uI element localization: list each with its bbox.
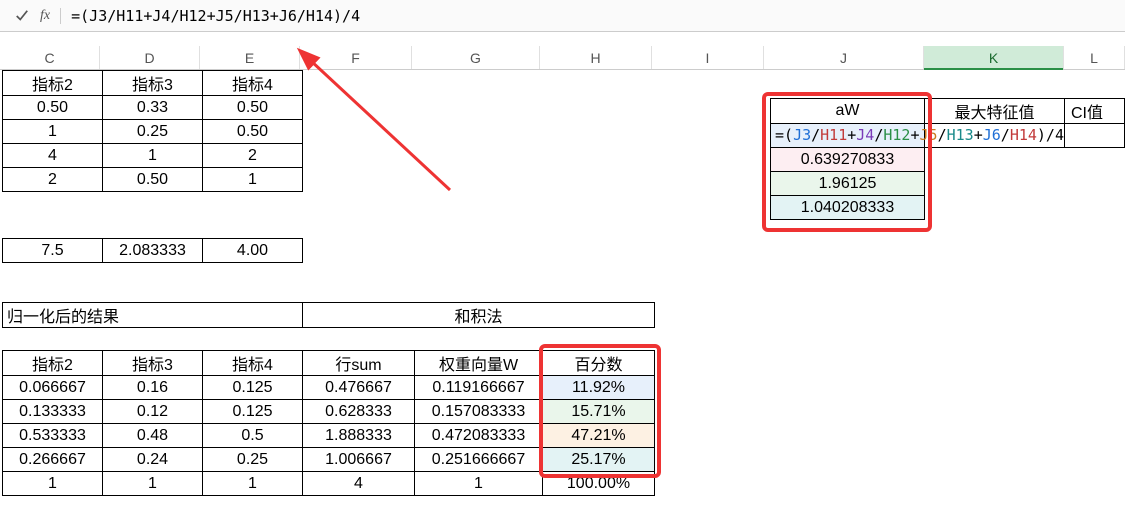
cell[interactable]: 0.33: [103, 96, 203, 120]
column-headers: C D E F G H I J K L: [0, 46, 1125, 70]
labels-row: 归一化后的结果 和积法: [2, 302, 655, 328]
norm-label[interactable]: 归一化后的结果: [3, 303, 303, 328]
cell[interactable]: 2: [3, 168, 103, 192]
cell[interactable]: 1: [415, 472, 543, 496]
cell[interactable]: 0.48: [103, 424, 203, 448]
cell[interactable]: 0.16: [103, 376, 203, 400]
formula-bar: fx =(J3/H11+J4/H12+J5/H13+J6/H14)/4: [0, 0, 1125, 32]
cell[interactable]: 0.125: [203, 400, 303, 424]
col-header-i[interactable]: I: [652, 46, 764, 69]
cell[interactable]: 0.5: [203, 424, 303, 448]
cell[interactable]: 7.5: [3, 239, 103, 263]
sums-row: 7.5 2.083333 4.00: [2, 238, 303, 263]
cell[interactable]: 0.133333: [3, 400, 103, 424]
col-header-j[interactable]: J: [764, 46, 924, 69]
cell[interactable]: 0.533333: [3, 424, 103, 448]
cell[interactable]: 指标2: [3, 71, 103, 96]
cell[interactable]: 行sum: [303, 351, 415, 376]
sum-method-label[interactable]: 和积法: [303, 303, 655, 328]
col-header-k[interactable]: K: [924, 46, 1064, 69]
col-header-h[interactable]: H: [540, 46, 652, 69]
cell[interactable]: 4: [3, 144, 103, 168]
cell[interactable]: 1: [203, 168, 303, 192]
cell[interactable]: 0.066667: [3, 376, 103, 400]
cell[interactable]: 1.888333: [303, 424, 415, 448]
col-header-l[interactable]: L: [1064, 46, 1125, 69]
cell[interactable]: 0.251666667: [415, 448, 543, 472]
cell[interactable]: 0.472083333: [415, 424, 543, 448]
cell[interactable]: 指标4: [203, 351, 303, 376]
cell[interactable]: 1: [103, 472, 203, 496]
cell[interactable]: 0.50: [103, 168, 203, 192]
col-header-d[interactable]: D: [100, 46, 200, 69]
cell[interactable]: 2.083333: [103, 239, 203, 263]
cell[interactable]: 指标3: [103, 71, 203, 96]
cell[interactable]: 4: [303, 472, 415, 496]
fx-label[interactable]: fx: [36, 8, 61, 24]
cell[interactable]: 4.00: [203, 239, 303, 263]
cell[interactable]: 0.476667: [303, 376, 415, 400]
cell[interactable]: 1: [3, 472, 103, 496]
accept-icon[interactable]: [8, 2, 36, 30]
cell[interactable]: 0.119166667: [415, 376, 543, 400]
cell[interactable]: 2: [203, 144, 303, 168]
cell[interactable]: CI值: [1065, 99, 1125, 124]
cell[interactable]: [1065, 124, 1125, 148]
cell[interactable]: 权重向量W: [415, 351, 543, 376]
cell[interactable]: 1: [3, 120, 103, 144]
aw-highlight-icon: [762, 92, 932, 232]
cell[interactable]: 指标2: [3, 351, 103, 376]
cell[interactable]: 最大特征值: [925, 99, 1065, 124]
cell[interactable]: 0.12: [103, 400, 203, 424]
cell[interactable]: 指标3: [103, 351, 203, 376]
cell[interactable]: 0.628333: [303, 400, 415, 424]
cell[interactable]: 0.50: [203, 120, 303, 144]
col-header-e[interactable]: E: [200, 46, 300, 69]
col-header-f[interactable]: F: [300, 46, 412, 69]
cell[interactable]: 0.266667: [3, 448, 103, 472]
cell[interactable]: 0.157083333: [415, 400, 543, 424]
percent-highlight-icon: [539, 344, 661, 478]
cell[interactable]: 0.25: [103, 120, 203, 144]
cell[interactable]: 指标4: [203, 71, 303, 96]
col-header-c[interactable]: C: [0, 46, 100, 69]
cell[interactable]: 1: [103, 144, 203, 168]
cell[interactable]: 1: [203, 472, 303, 496]
col-header-g[interactable]: G: [412, 46, 540, 69]
cell[interactable]: 0.50: [203, 96, 303, 120]
cell[interactable]: 0.25: [203, 448, 303, 472]
cell[interactable]: 1.006667: [303, 448, 415, 472]
top-table: 指标2 指标3 指标4 0.500.330.50 10.250.50 412 2…: [2, 70, 303, 192]
formula-input[interactable]: =(J3/H11+J4/H12+J5/H13+J6/H14)/4: [71, 7, 360, 25]
cell[interactable]: 0.125: [203, 376, 303, 400]
cell[interactable]: 0.24: [103, 448, 203, 472]
cell[interactable]: 0.50: [3, 96, 103, 120]
